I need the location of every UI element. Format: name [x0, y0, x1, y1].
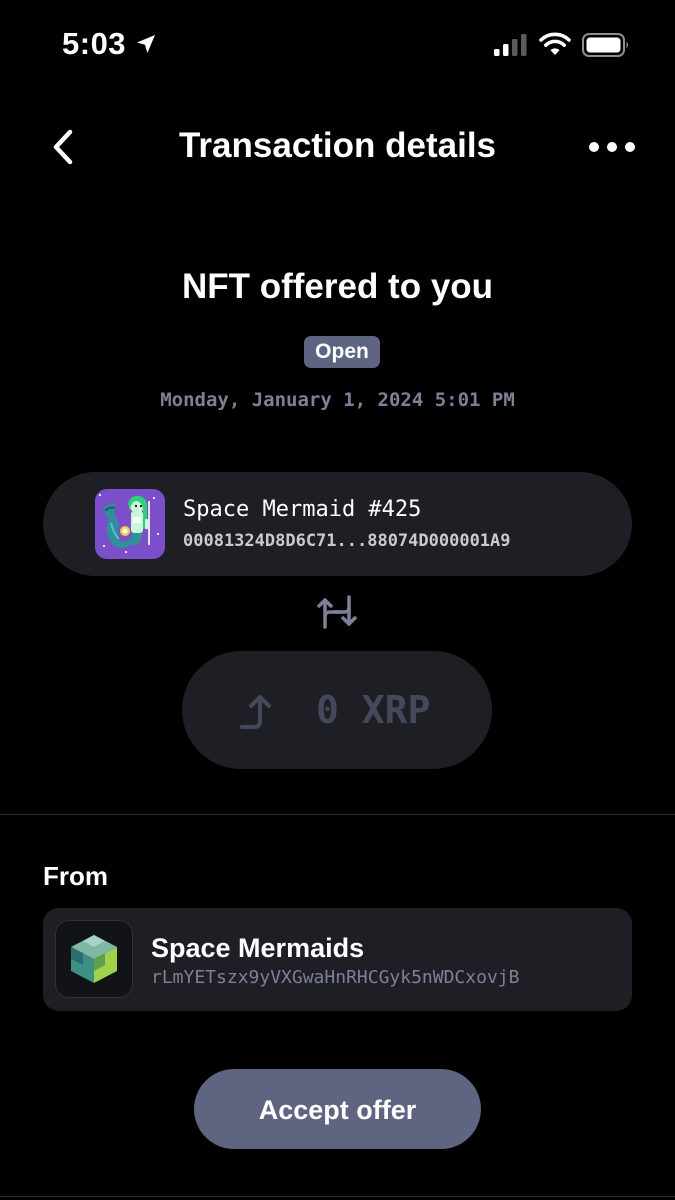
location-arrow-icon [137, 35, 155, 53]
nft-name: Space Mermaid #425 [183, 497, 422, 522]
wifi-icon [539, 32, 571, 55]
swap-arrows-icon [317, 595, 357, 629]
amount-pill: 0 XRP [182, 651, 492, 769]
amount-value: 0 XRP [316, 688, 431, 732]
transaction-heading: NFT offered to you [181, 267, 494, 306]
issuer-card[interactable]: Space Mermaids rLmYETszx9yVXGwaHnRHCGyk5… [43, 908, 632, 1011]
from-label: From [43, 861, 108, 891]
page-title: Transaction details [178, 126, 497, 165]
nft-token-id: 00081324D8D6C71...88074D000001A9 [183, 531, 511, 551]
status-time: 5:03 [62, 26, 127, 61]
nft-card[interactable]: Space Mermaid #425 00081324D8D6C71...880… [43, 472, 632, 576]
transaction-date: Monday, January 1, 2024 5:01 PM [160, 389, 515, 411]
cube-logo-icon [71, 935, 117, 983]
nft-thumbnail [95, 489, 165, 559]
ellipsis-icon [589, 142, 635, 152]
mermaid-image [95, 489, 165, 559]
arrow-up-right-icon [240, 695, 271, 729]
status-bar: 5:03 [0, 0, 675, 90]
section-divider [0, 814, 675, 815]
issuer-address: rLmYETszx9yVXGwaHnRHCGyk5nWDCxovjB [151, 967, 520, 988]
battery-icon [582, 33, 628, 57]
accept-offer-button[interactable]: Accept offer [194, 1069, 481, 1149]
more-options-button[interactable] [584, 128, 640, 166]
status-badge: Open [304, 336, 380, 368]
issuer-logo [55, 920, 133, 998]
issuer-name: Space Mermaids [151, 933, 365, 963]
cellular-signal-icon [494, 34, 527, 56]
bottom-divider [0, 1196, 675, 1197]
